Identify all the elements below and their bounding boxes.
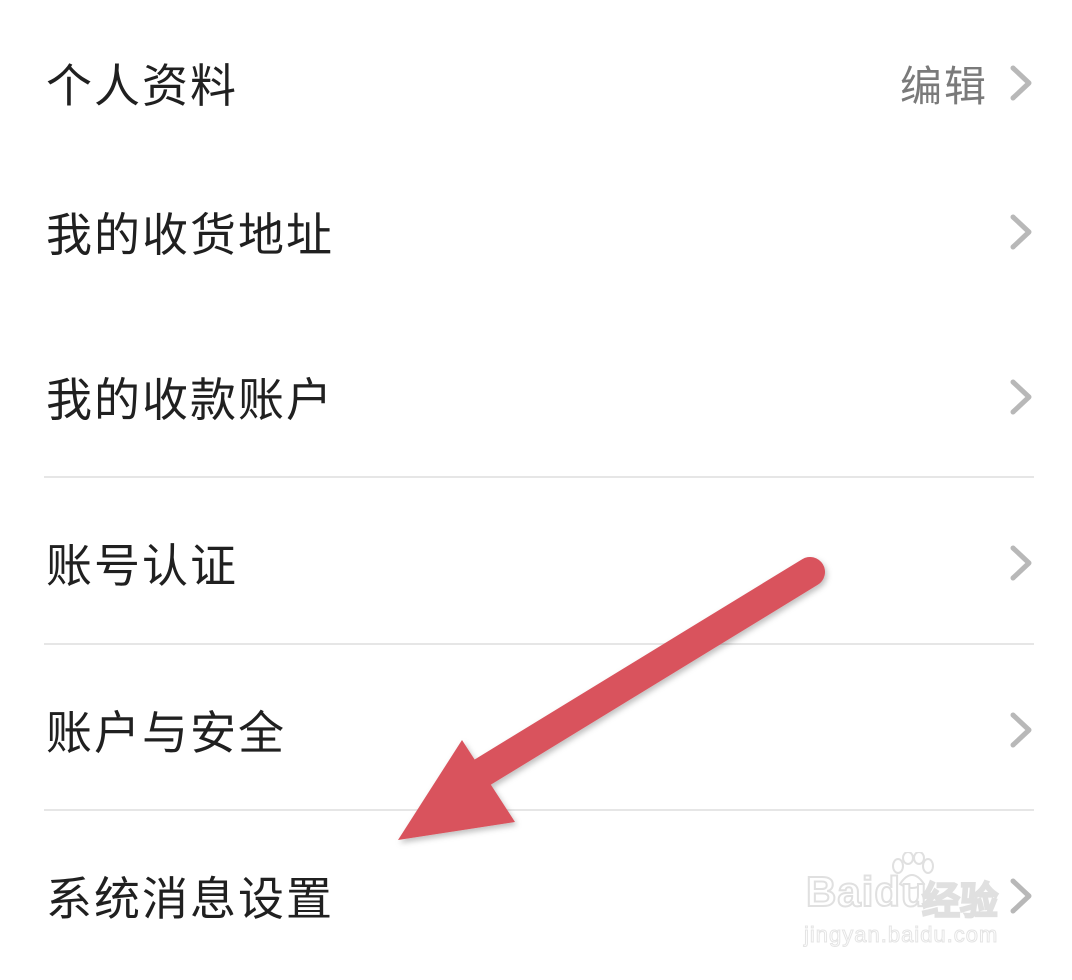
chevron-right-icon [1010,65,1032,101]
settings-menu: 个人资料 编辑 我的收货地址 我的收款账户 账号认证 账户与安全 系统消息设置 [0,0,1072,980]
menu-item-label: 账户与安全 [46,706,286,760]
jingyan-brand: 经验 [921,878,999,924]
menu-item-right [1008,212,1034,252]
baidu-jingyan-watermark: Baidu 经验 jingyan.baidu.com [802,852,1032,962]
menu-item-right [1008,543,1034,583]
menu-item-label: 我的收货地址 [46,208,334,262]
chevron-right-icon [1010,712,1032,748]
chevron-right-icon [1010,214,1032,250]
watermark-url: jingyan.baidu.com [803,922,999,948]
menu-item-label: 个人资料 [46,59,238,113]
menu-item-label: 系统消息设置 [46,872,334,926]
edit-link[interactable]: 编辑 [900,53,988,114]
divider [44,809,1034,811]
menu-item-right: 编辑 [900,53,1034,114]
chevron-right-icon [1010,379,1032,415]
menu-item-payment-account[interactable]: 我的收款账户 [0,314,1072,480]
divider [44,476,1034,478]
menu-item-account-verification[interactable]: 账号认证 [0,480,1072,646]
menu-item-shipping-address[interactable]: 我的收货地址 [0,149,1072,315]
divider [44,643,1034,645]
menu-item-label: 我的收款账户 [46,373,334,427]
chevron-right-icon [1010,545,1032,581]
menu-item-label: 账号认证 [46,539,238,593]
menu-item-right [1008,710,1034,750]
menu-item-profile[interactable]: 个人资料 编辑 [0,0,1072,166]
menu-item-right [1008,377,1034,417]
baidu-logo: Baidu [805,867,928,916]
menu-item-account-security[interactable]: 账户与安全 [0,647,1072,813]
